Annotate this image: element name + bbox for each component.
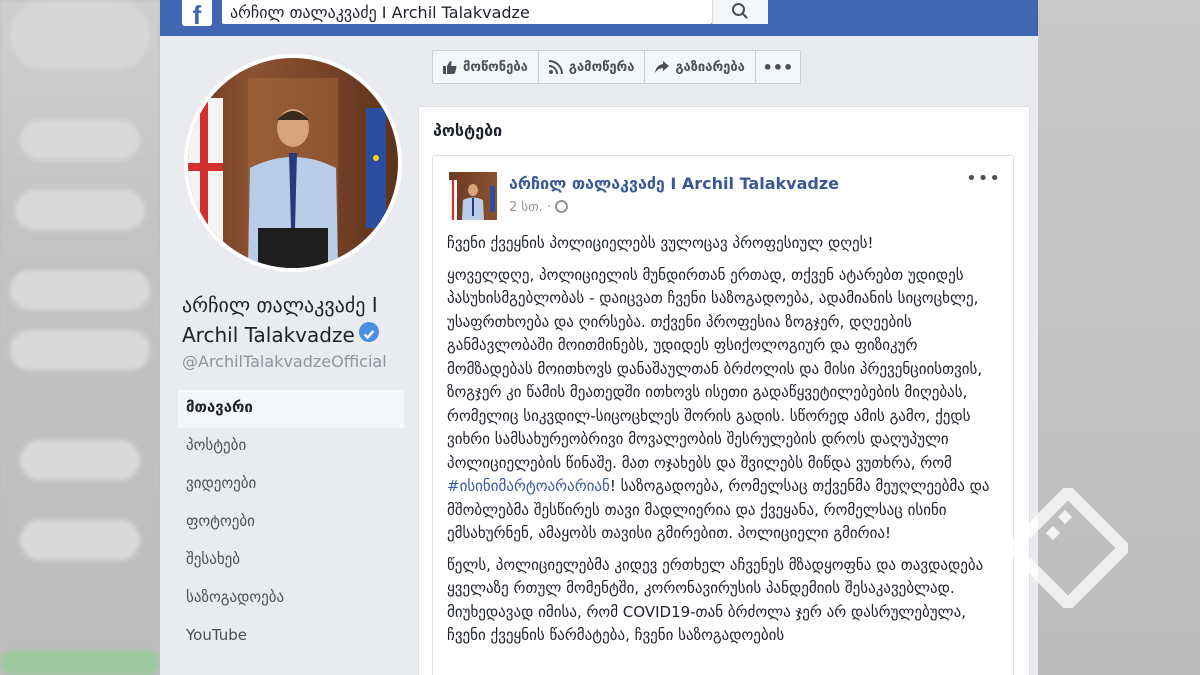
nav-item-photos[interactable]: ფოტოები <box>178 504 404 542</box>
post-avatar-illustration <box>449 180 495 220</box>
search-box <box>222 0 768 24</box>
page-name-line2: Archil Talakvadze <box>182 320 412 350</box>
follow-label: გამოწერა <box>568 59 635 75</box>
hashtag-link[interactable]: #ისინიმარტოარარიან <box>447 477 610 495</box>
nav-item-youtube[interactable]: YouTube <box>178 618 404 656</box>
profile-photo-illustration <box>188 78 386 268</box>
nav-item-about[interactable]: შესახებ <box>178 542 404 580</box>
post-time[interactable]: 2 სთ. · <box>509 200 551 215</box>
page-name-block: არჩილ თალაკვაძე I Archil Talakvadze @Arc… <box>182 290 412 371</box>
nav-item-home[interactable]: მთავარი <box>178 390 404 428</box>
share-arrow-icon <box>655 61 670 73</box>
like-label: მოწონება <box>463 59 528 75</box>
posts-section-title: პოსტები <box>433 121 503 140</box>
verified-badge-icon <box>358 322 379 342</box>
post-card: არჩილ თალაკვაძე I Archil Talakvadze 2 სთ… <box>432 155 1014 675</box>
blurred-backdrop-left <box>0 0 160 675</box>
post-paragraph-1: ჩვენი ქვეყნის პოლიციელებს ვულოცავ პროფეს… <box>447 234 874 252</box>
share-label: გაზიარება <box>675 59 745 75</box>
like-button[interactable]: მოწონება <box>433 51 539 83</box>
nav-item-posts[interactable]: პოსტები <box>178 428 404 466</box>
rss-follow-icon <box>548 60 563 74</box>
page-handle[interactable]: @ArchilTalakvadzeOfficial <box>182 352 412 371</box>
left-navigation: მთავარი პოსტები ვიდეოები ფოტოები შესახებ… <box>178 390 404 656</box>
channel-watermark-logo <box>1008 488 1128 608</box>
post-paragraph-3: წელს, პოლიციელებმა კიდევ ერთხელ აჩვენეს … <box>447 555 984 645</box>
top-navigation-bar: f <box>160 0 1038 36</box>
page-name-line1: არჩილ თალაკვაძე I <box>182 293 378 317</box>
search-button[interactable] <box>712 0 768 24</box>
post-paragraph-2: ყოველდღე, პოლიციელის მუნდირთან ერთად, თქ… <box>447 264 1001 546</box>
search-icon <box>732 3 748 19</box>
follow-button[interactable]: გამოწერა <box>539 51 646 83</box>
profile-photo <box>188 58 398 268</box>
nav-item-videos[interactable]: ვიდეოები <box>178 466 404 504</box>
post-options-menu[interactable]: ••• <box>966 168 1001 189</box>
nav-item-community[interactable]: საზოგადოება <box>178 580 404 618</box>
facebook-logo-icon[interactable]: f <box>182 0 212 26</box>
post-paragraph-2-text: ყოველდღე, პოლიციელის მუნდირთან ერთად, თქ… <box>447 265 983 472</box>
post-author-name[interactable]: არჩილ თალაკვაძე I Archil Talakvadze <box>509 174 839 193</box>
post-body: ჩვენი ქვეყნის პოლიციელებს ვულოცავ პროფეს… <box>447 232 1001 656</box>
search-input[interactable] <box>230 0 650 24</box>
more-options-button[interactable]: ••• <box>756 51 800 83</box>
facebook-page-screen: f არჩილ თალაკვაძე I Archil Talakvadze არ… <box>160 0 1038 675</box>
share-button[interactable]: გაზიარება <box>645 51 756 83</box>
thumbs-up-icon <box>443 61 457 74</box>
profile-picture[interactable] <box>184 54 402 272</box>
post-timestamp: 2 სთ. · <box>509 200 569 215</box>
globe-icon <box>555 200 569 213</box>
post-author-avatar[interactable] <box>449 172 497 220</box>
page-name-latin: Archil Talakvadze <box>182 323 355 347</box>
page-action-bar: მოწონება გამოწერა გაზიარება ••• <box>432 50 801 84</box>
